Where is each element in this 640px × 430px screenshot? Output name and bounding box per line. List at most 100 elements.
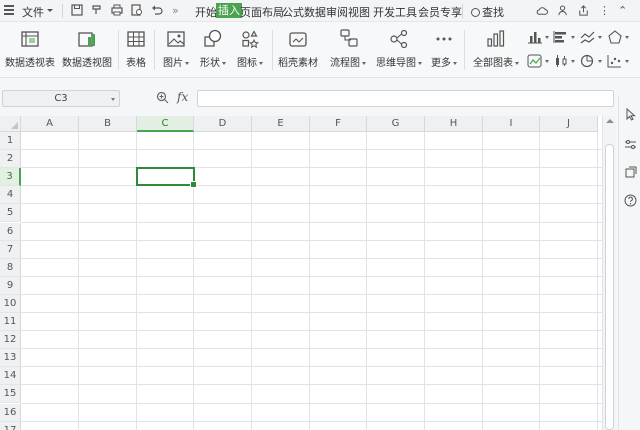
save-icon[interactable]	[70, 3, 84, 17]
share-user-icon[interactable]	[557, 4, 570, 17]
row-header-14[interactable]: 14	[0, 367, 21, 386]
formula-bar: C3 fx	[0, 78, 640, 118]
grid-row-line	[21, 312, 602, 313]
tab-view[interactable]: 视图	[348, 4, 370, 20]
row-header-1[interactable]: 1	[0, 132, 21, 151]
row-header-9[interactable]: 9	[0, 276, 21, 295]
tab-home[interactable]: 开始	[195, 4, 217, 20]
file-menu[interactable]: 文件	[22, 4, 53, 20]
formula-input[interactable]	[197, 90, 614, 107]
properties-icon[interactable]	[624, 138, 637, 151]
column-header-b[interactable]: B	[79, 116, 137, 132]
collapse-ribbon-icon[interactable]: ⌃	[618, 4, 627, 17]
grid-row-line	[21, 221, 602, 223]
name-box[interactable]: C3	[2, 90, 120, 107]
row-header-6[interactable]: 6	[0, 222, 21, 241]
zoom-icon[interactable]	[156, 91, 169, 104]
area-chart-button[interactable]	[527, 54, 549, 68]
hamburger-icon[interactable]	[4, 5, 14, 17]
column-header-a[interactable]: A	[21, 116, 79, 132]
select-all-corner[interactable]	[0, 116, 21, 132]
table-button[interactable]: 表格	[123, 28, 149, 69]
grid-row-line	[21, 293, 602, 295]
grid-row-line	[21, 257, 602, 259]
row-header-16[interactable]: 16	[0, 403, 21, 422]
spreadsheet-grid[interactable]: ABCDEFGHIJ1234567891011121314151617	[0, 116, 602, 430]
format-painter-icon[interactable]	[90, 3, 104, 17]
more-quick-access-icon[interactable]: »	[172, 4, 179, 17]
select-pointer-icon[interactable]	[624, 108, 637, 121]
radar-chart-button[interactable]	[607, 30, 629, 44]
cloud-icon[interactable]	[535, 4, 548, 17]
tab-review[interactable]: 审阅	[326, 4, 348, 20]
shape-button[interactable]: 形状	[196, 28, 230, 69]
row-header-17[interactable]: 17	[0, 421, 21, 430]
shape-icon	[204, 29, 222, 47]
row-header-12[interactable]: 12	[0, 331, 21, 350]
docer-material-button[interactable]: 稻壳素材	[276, 28, 320, 69]
grid-row-line	[21, 275, 602, 277]
row-header-3[interactable]: 3	[0, 168, 21, 187]
pivot-table-button[interactable]: 数据透视表	[4, 28, 56, 69]
scroll-up-arrow-icon[interactable]	[606, 119, 614, 123]
print-icon[interactable]	[110, 3, 124, 17]
pie-chart-button[interactable]	[580, 54, 602, 68]
row-header-7[interactable]: 7	[0, 240, 21, 259]
column-header-e[interactable]: E	[252, 116, 310, 132]
bar-chart-button[interactable]	[553, 30, 575, 44]
column-chart-button[interactable]	[527, 30, 549, 44]
search-icon	[471, 8, 480, 17]
docer-material-icon	[289, 32, 307, 47]
column-header-c[interactable]: C	[137, 116, 194, 132]
column-header-h[interactable]: H	[425, 116, 483, 132]
tab-insert[interactable]: 插入	[216, 3, 242, 18]
column-header-d[interactable]: D	[194, 116, 252, 132]
all-charts-icon	[487, 30, 505, 47]
tab-page-layout[interactable]: 页面布局	[240, 4, 284, 20]
stock-chart-icon	[556, 55, 567, 67]
pivot-chart-button[interactable]: 数据透视图	[61, 28, 113, 69]
more-options-icon[interactable]: ⋮	[599, 4, 610, 17]
row-header-11[interactable]: 11	[0, 313, 21, 332]
find-button[interactable]: 查找	[471, 4, 504, 20]
print-preview-icon[interactable]	[130, 3, 144, 17]
insert-function-button[interactable]: fx	[177, 90, 188, 104]
grid-row-line	[21, 239, 602, 241]
row-header-2[interactable]: 2	[0, 150, 21, 169]
picture-button[interactable]: 图片	[159, 28, 193, 69]
vertical-scrollbar[interactable]	[602, 116, 616, 430]
share-icon[interactable]	[577, 4, 590, 17]
tab-developer[interactable]: 开发工具	[373, 4, 417, 20]
mindmap-button[interactable]: 思维导图	[373, 28, 425, 69]
scrollbar-thumb[interactable]	[605, 144, 614, 430]
flowchart-button[interactable]: 流程图	[327, 28, 369, 69]
grid-row-line	[21, 384, 602, 386]
icons-button[interactable]: 图标	[233, 28, 267, 69]
row-header-5[interactable]: 5	[0, 204, 21, 223]
column-header-j[interactable]: J	[540, 116, 598, 132]
row-header-4[interactable]: 4	[0, 186, 21, 205]
tab-formulas[interactable]: 公式	[282, 4, 304, 20]
active-cell[interactable]	[136, 167, 197, 188]
stock-chart-button[interactable]	[553, 54, 575, 68]
backup-icon[interactable]	[624, 166, 637, 179]
grid-row-line	[21, 330, 602, 332]
help-icon[interactable]	[624, 194, 637, 207]
line-chart-button[interactable]	[580, 30, 602, 44]
tab-member[interactable]: 会员专享	[418, 4, 462, 20]
row-header-8[interactable]: 8	[0, 258, 21, 277]
column-header-i[interactable]: I	[483, 116, 540, 132]
row-header-13[interactable]: 13	[0, 349, 21, 368]
tab-data[interactable]: 数据	[304, 4, 326, 20]
column-header-g[interactable]: G	[367, 116, 425, 132]
scatter-chart-icon	[607, 55, 621, 68]
row-header-15[interactable]: 15	[0, 385, 21, 404]
divider	[118, 30, 119, 70]
row-header-10[interactable]: 10	[0, 294, 21, 313]
more-button[interactable]: 更多	[428, 28, 460, 69]
divider	[272, 30, 273, 70]
scatter-chart-button[interactable]	[607, 54, 629, 68]
column-header-f[interactable]: F	[310, 116, 367, 132]
undo-icon[interactable]	[150, 3, 164, 17]
all-charts-button[interactable]: 全部图表	[469, 28, 523, 69]
